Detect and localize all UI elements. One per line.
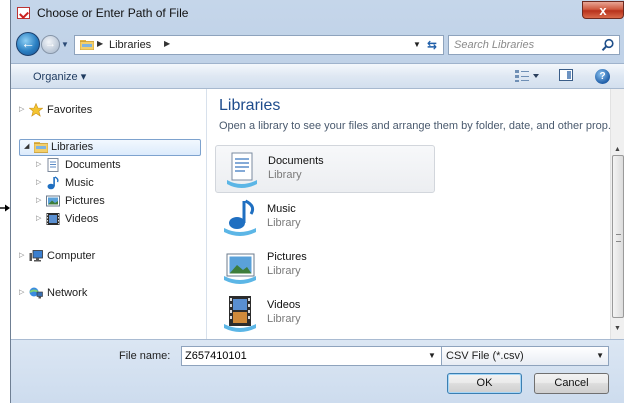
expand-arrow-icon[interactable]: ▷ [19,247,24,265]
breadcrumb-libraries[interactable]: Libraries [109,39,151,51]
window-title: Choose or Enter Path of File [37,6,189,20]
cancel-button[interactable]: Cancel [534,373,609,394]
library-name: Music [267,203,296,215]
page-description: Open a library to see your files and arr… [219,120,618,132]
app-icon [17,7,30,19]
search-icon[interactable] [601,38,615,52]
vertical-scrollbar[interactable]: ▲ ▼ [610,89,624,339]
library-type: Library [267,265,301,277]
pointer-arrow-icon [0,204,10,212]
library-type: Library [267,217,301,229]
pictures-library-icon [224,253,256,284]
expand-arrow-icon[interactable]: ▷ [36,174,41,192]
nav-label-favorites: Favorites [47,104,93,116]
organize-menu[interactable]: Organize ▾ [33,70,86,83]
videos-icon [46,213,60,225]
ok-button[interactable]: OK [447,373,522,394]
preview-pane-icon[interactable] [559,69,573,81]
filename-field[interactable] [181,346,443,366]
expand-arrow-icon[interactable]: ▷ [36,156,41,174]
nav-label-computer: Computer [47,250,96,262]
navigation-bar: ← → ▼ ▶ Libraries ▶ ▼ ⇆ [11,30,624,60]
star-icon [29,103,43,117]
dialog-footer: File name: ▼ CSV File (*.csv) ▼ OK Cance… [11,339,624,403]
network-icon [29,287,43,299]
documents-icon [47,158,59,172]
library-name: Pictures [267,251,307,263]
filename-label: File name: [119,350,171,362]
back-button[interactable]: ← [16,32,40,56]
page-title: Libraries [219,97,281,114]
scroll-down-arrow-icon[interactable]: ▼ [614,325,621,332]
expand-arrow-icon[interactable]: ▷ [19,284,24,302]
nav-label-libraries: Libraries [51,141,94,153]
library-item-music[interactable]: Music Library [215,194,435,242]
library-list-pane: Libraries Open a library to see your fil… [207,89,617,339]
navigation-pane: ▷ Favorites ◢ Libraries ▷ Documents ▷ Mu… [11,89,207,339]
address-bar[interactable]: ▶ Libraries ▶ ▼ ⇆ [74,35,444,55]
scroll-grip-icon [616,234,621,242]
nav-label-music: Music [65,177,94,189]
filetype-select[interactable]: CSV File (*.csv) ▼ [441,346,609,366]
libraries-icon [34,142,48,153]
help-icon[interactable]: ? [595,69,610,84]
file-dialog: Choose or Enter Path of File x ← → ▼ ▶ L… [10,0,624,403]
collapse-arrow-icon[interactable]: ◢ [24,138,29,156]
library-item-pictures[interactable]: Pictures Library [215,242,435,290]
address-dropdown-icon[interactable]: ▼ [413,40,421,49]
library-name: Documents [268,155,324,167]
library-type: Library [267,313,301,325]
library-item-documents[interactable]: Documents Library [215,145,435,193]
left-gutter [0,0,10,403]
command-bar: Organize ▾ ? [11,63,624,89]
search-input[interactable] [451,37,599,53]
nav-label-videos: Videos [65,213,99,225]
videos-library-icon [224,296,256,332]
library-name: Videos [267,299,301,311]
filetype-dropdown-icon[interactable]: ▼ [596,351,604,360]
scrollbar-thumb[interactable] [612,155,624,318]
music-icon [47,176,59,190]
refresh-icon[interactable]: ⇆ [427,38,437,52]
expand-arrow-icon[interactable]: ▷ [19,101,24,119]
library-type: Library [268,169,302,181]
content-area: ▷ Favorites ◢ Libraries ▷ Documents ▷ Mu… [11,89,624,339]
expand-arrow-icon[interactable]: ▷ [36,210,41,228]
change-view-icon[interactable] [514,69,540,83]
nav-label-network: Network [47,287,88,299]
pictures-icon [46,195,60,207]
documents-library-icon [227,152,257,188]
title-bar: Choose or Enter Path of File x [11,0,624,26]
close-button[interactable]: x [582,1,624,19]
libraries-folder-icon [80,40,94,50]
filename-dropdown-icon[interactable]: ▼ [428,351,436,360]
forward-button[interactable]: → [41,35,60,54]
filetype-value: CSV File (*.csv) [446,350,524,362]
nav-label-pictures: Pictures [65,195,105,207]
recent-pages-dropdown-icon[interactable]: ▼ [61,40,69,49]
scroll-up-arrow-icon[interactable]: ▲ [614,146,621,153]
expand-arrow-icon[interactable]: ▷ [36,192,41,210]
breadcrumb-separator-icon[interactable]: ▶ [164,39,170,48]
music-library-icon [224,199,256,236]
search-box[interactable] [448,35,620,55]
nav-label-documents: Documents [65,159,121,171]
computer-icon [29,250,43,262]
breadcrumb-separator-icon[interactable]: ▶ [97,39,103,48]
library-item-videos[interactable]: Videos Library [215,290,435,338]
